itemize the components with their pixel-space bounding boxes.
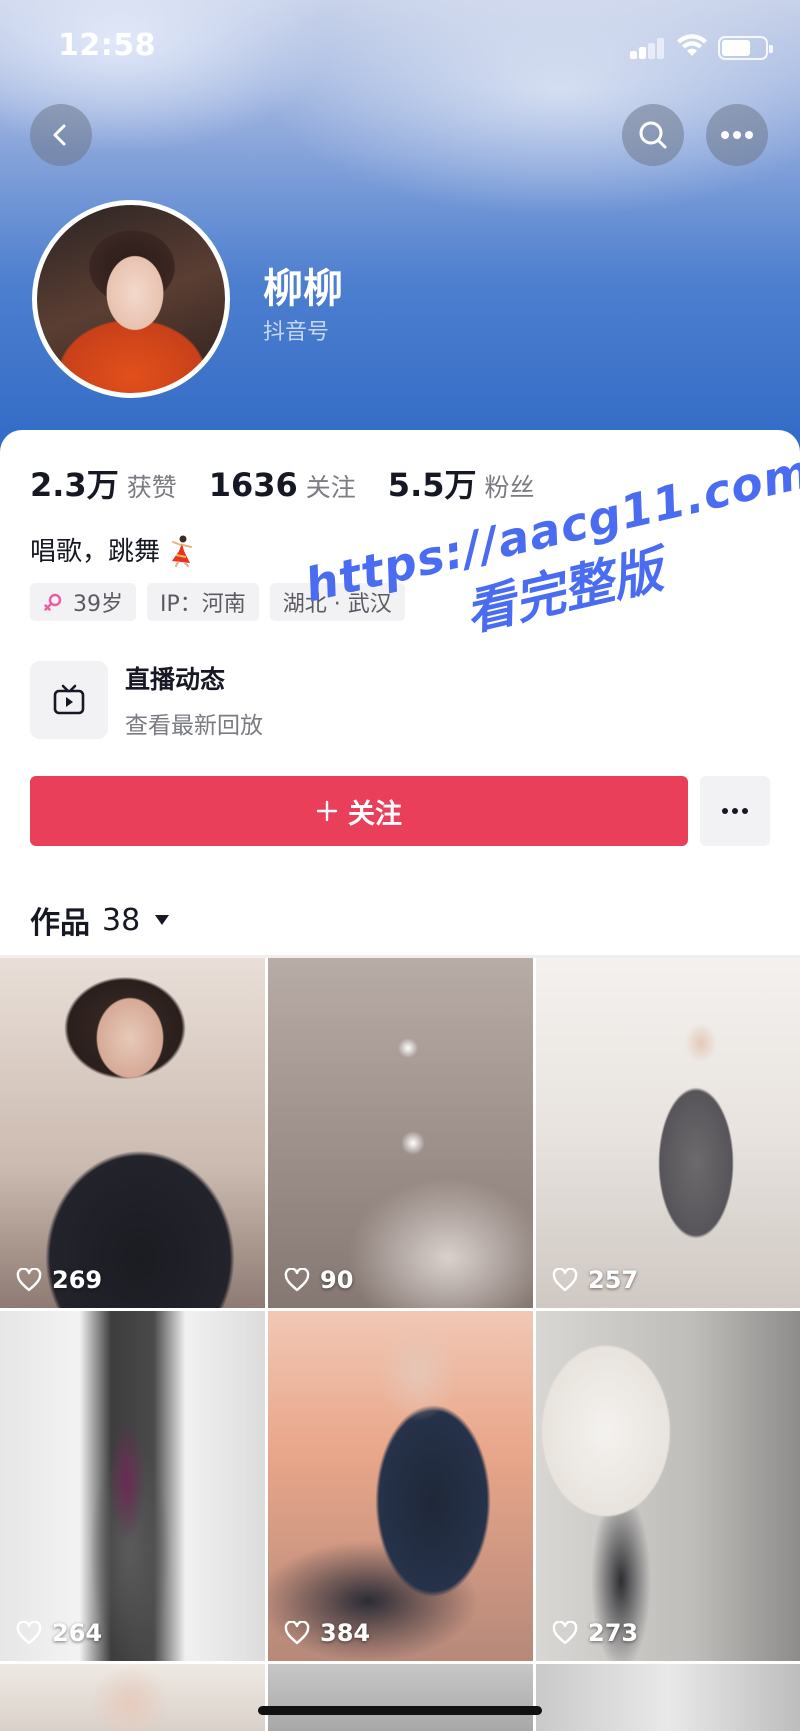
age-tag: 39岁 [30, 583, 136, 621]
ip-tag: IP：河南 [147, 583, 259, 621]
age-label: 39岁 [73, 592, 123, 617]
bio: 唱歌，跳舞 [30, 531, 198, 568]
status-time: 12:58 [58, 28, 156, 63]
like-count-value: 384 [320, 1619, 371, 1647]
back-button[interactable] [30, 104, 92, 166]
live-icon-box [30, 661, 108, 739]
like-count: 90 [284, 1266, 353, 1294]
home-indicator[interactable] [258, 1706, 542, 1715]
more-dots-icon [722, 808, 748, 814]
like-count-value: 269 [52, 1266, 103, 1294]
heart-icon [552, 1621, 578, 1645]
video-tile[interactable]: 264 [0, 1311, 265, 1661]
video-tile[interactable]: 257 [536, 958, 800, 1308]
works-tab[interactable]: 作品 38 [30, 898, 170, 942]
video-tile[interactable] [268, 1664, 533, 1731]
account-id[interactable]: 抖音号 [263, 314, 329, 346]
wifi-icon [676, 32, 708, 62]
works-label: 作品 [30, 906, 90, 941]
like-count: 264 [16, 1619, 102, 1647]
stat-likes-value: 2.3万 [30, 466, 119, 504]
stat-followers-value: 5.5万 [387, 466, 477, 504]
video-tile[interactable] [0, 1664, 265, 1731]
stat-likes-label: 获赞 [126, 473, 177, 502]
more-dots-icon [721, 131, 753, 139]
video-tile[interactable]: 273 [536, 1311, 800, 1661]
profile-stats: 2.3万 获赞 1636 关注 5.5万 粉丝 [30, 460, 567, 506]
profile-name: 柳柳 [263, 266, 343, 312]
video-tile[interactable]: 269 [0, 958, 265, 1308]
plus-icon [316, 800, 338, 822]
heart-icon [284, 1621, 310, 1645]
follow-more-button[interactable] [700, 776, 770, 846]
follow-button[interactable]: 关注 [30, 776, 688, 846]
live-title: 直播动态 [125, 665, 226, 694]
stat-following-value: 1636 [208, 466, 298, 504]
status-bar: 12:58 [0, 0, 800, 96]
heart-icon [552, 1268, 578, 1292]
works-count: 38 [102, 902, 141, 938]
like-count-value: 90 [320, 1266, 354, 1294]
heart-icon [16, 1621, 42, 1645]
video-tile[interactable]: 384 [268, 1311, 533, 1661]
chevron-left-icon [53, 124, 66, 146]
heart-icon [284, 1268, 310, 1292]
stat-likes[interactable]: 2.3万 获赞 [30, 460, 177, 506]
stat-followers-label: 粉丝 [484, 473, 535, 502]
live-replay-entry[interactable]: 直播动态 查看最新回放 [30, 660, 263, 740]
search-button[interactable] [622, 104, 684, 166]
stat-following[interactable]: 1636 关注 [209, 466, 356, 504]
video-tile[interactable] [536, 1664, 800, 1731]
like-count: 269 [16, 1266, 102, 1294]
like-count-value: 264 [52, 1619, 103, 1647]
battery-icon [718, 36, 773, 60]
like-count: 384 [284, 1619, 370, 1647]
like-count: 257 [552, 1266, 638, 1294]
video-tile[interactable]: 90 [268, 958, 533, 1308]
avatar[interactable] [32, 200, 230, 398]
heart-icon [16, 1268, 42, 1292]
more-options-button[interactable] [706, 104, 768, 166]
live-subtitle: 查看最新回放 [125, 713, 263, 739]
stat-following-label: 关注 [305, 473, 356, 502]
cellular-signal-icon [630, 37, 666, 59]
stat-followers[interactable]: 5.5万 粉丝 [388, 460, 535, 506]
female-icon [44, 593, 62, 611]
follow-label: 关注 [348, 798, 402, 830]
dancer-icon [172, 535, 193, 567]
tv-play-icon [53, 684, 85, 715]
bio-text: 唱歌，跳舞 [30, 537, 161, 567]
search-icon [639, 121, 667, 149]
like-count: 273 [552, 1619, 638, 1647]
like-count-value: 273 [588, 1619, 639, 1647]
like-count-value: 257 [588, 1266, 639, 1294]
caret-down-icon [155, 915, 170, 925]
